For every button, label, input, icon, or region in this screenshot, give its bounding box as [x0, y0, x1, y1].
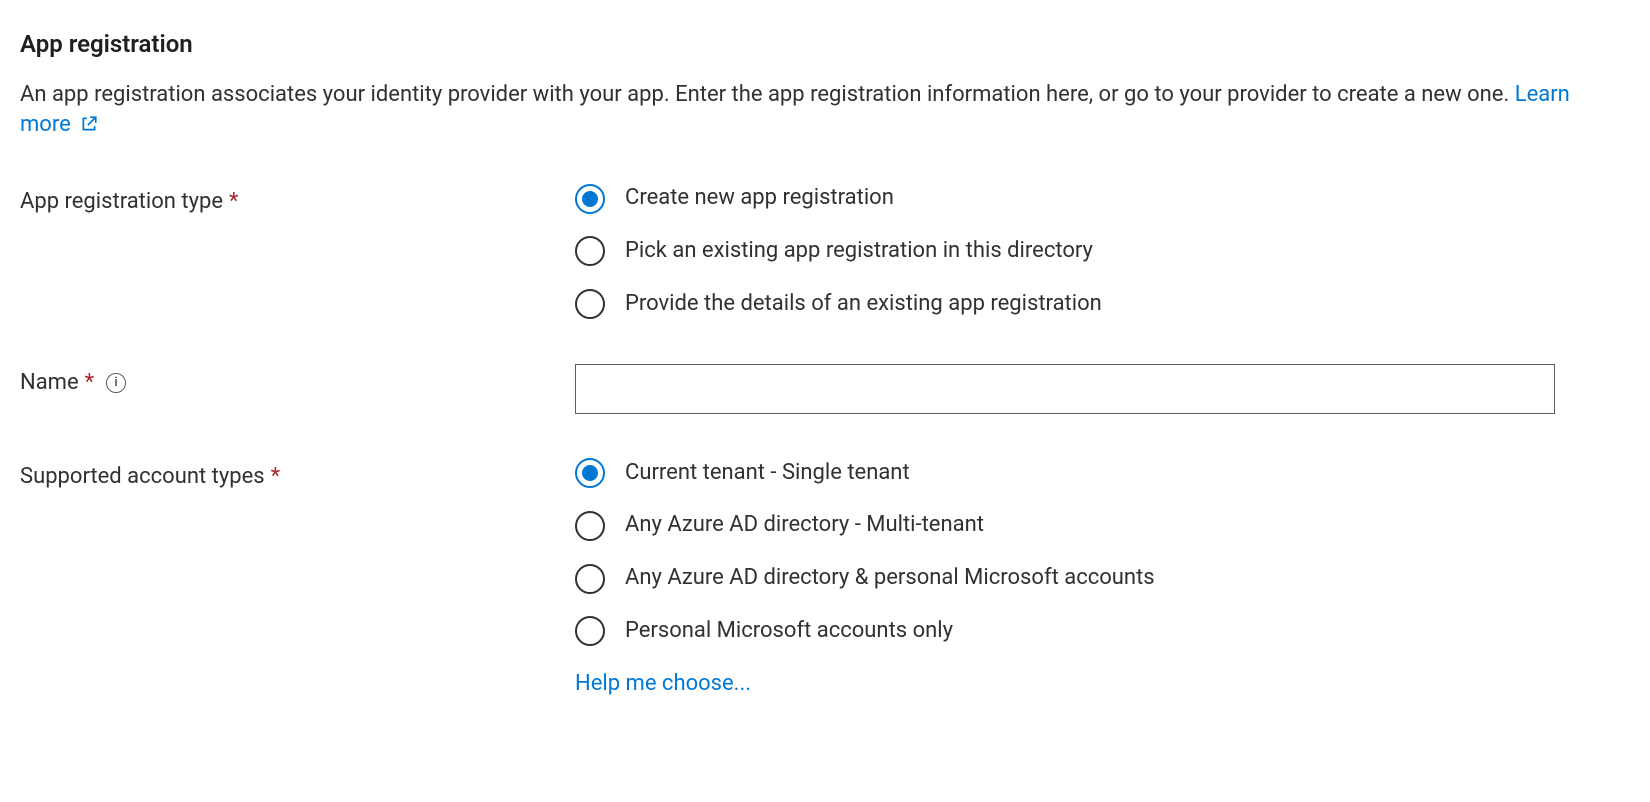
radio-label: Any Azure AD directory & personal Micros… [625, 563, 1155, 594]
radio-icon [575, 289, 605, 319]
field-row-name: Name * i [20, 364, 1630, 414]
radio-any-and-personal[interactable]: Any Azure AD directory & personal Micros… [575, 563, 1630, 594]
radio-provide-details[interactable]: Provide the details of an existing app r… [575, 289, 1630, 320]
name-label-text: Name [20, 368, 79, 399]
account-types-label-text: Supported account types [20, 462, 265, 493]
radio-label: Provide the details of an existing app r… [625, 289, 1102, 320]
registration-type-label: App registration type * [20, 183, 575, 218]
field-row-registration-type: App registration type * Create new app r… [20, 183, 1630, 319]
name-label: Name * i [20, 364, 575, 399]
description-text: An app registration associates your iden… [20, 82, 1515, 107]
radio-multi-tenant[interactable]: Any Azure AD directory - Multi-tenant [575, 510, 1630, 541]
external-link-icon [80, 112, 98, 143]
required-indicator: * [229, 187, 238, 218]
required-indicator: * [271, 462, 280, 493]
field-row-account-types: Supported account types * Current tenant… [20, 458, 1630, 700]
radio-personal-only[interactable]: Personal Microsoft accounts only [575, 616, 1630, 647]
radio-label: Any Azure AD directory - Multi-tenant [625, 510, 984, 541]
radio-label: Create new app registration [625, 183, 894, 214]
section-title: App registration [20, 28, 1630, 62]
required-indicator: * [85, 368, 94, 399]
radio-label: Current tenant - Single tenant [625, 458, 910, 489]
registration-type-radio-group: Create new app registration Pick an exis… [575, 183, 1630, 319]
radio-single-tenant[interactable]: Current tenant - Single tenant [575, 458, 1630, 489]
help-me-choose-link[interactable]: Help me choose... [575, 669, 751, 700]
radio-icon [575, 564, 605, 594]
registration-type-label-text: App registration type [20, 187, 223, 218]
radio-icon [575, 184, 605, 214]
radio-create-new[interactable]: Create new app registration [575, 183, 1630, 214]
radio-icon [575, 458, 605, 488]
account-types-radio-group: Current tenant - Single tenant Any Azure… [575, 458, 1630, 647]
info-icon[interactable]: i [106, 373, 126, 393]
radio-icon [575, 236, 605, 266]
radio-label: Pick an existing app registration in thi… [625, 236, 1093, 267]
radio-icon [575, 616, 605, 646]
account-types-label: Supported account types * [20, 458, 575, 493]
radio-label: Personal Microsoft accounts only [625, 616, 953, 647]
section-description: An app registration associates your iden… [20, 80, 1570, 144]
name-input[interactable] [575, 364, 1555, 414]
radio-icon [575, 511, 605, 541]
radio-pick-existing[interactable]: Pick an existing app registration in thi… [575, 236, 1630, 267]
